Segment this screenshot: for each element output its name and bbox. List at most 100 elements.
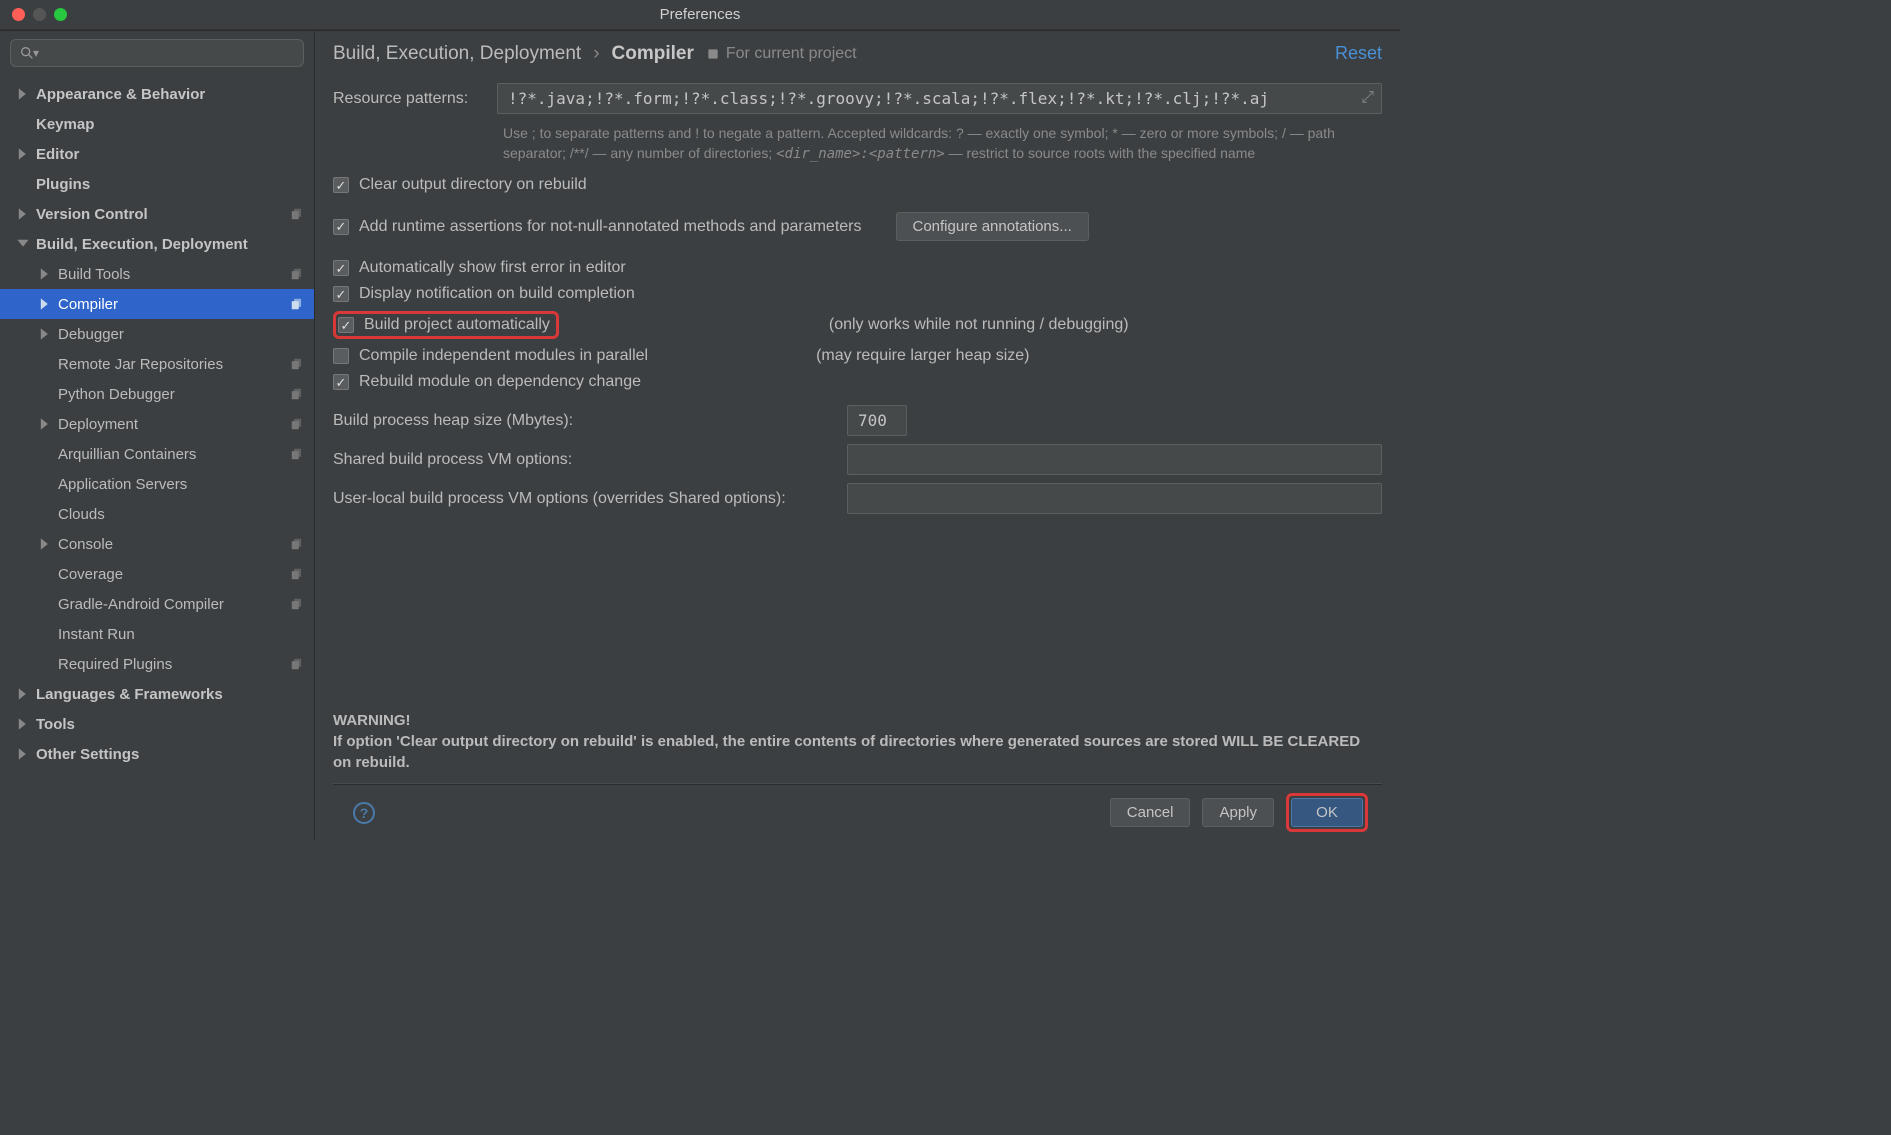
project-scope-icon — [290, 297, 304, 311]
sidebar-item-label: Compiler — [58, 296, 118, 313]
sidebar-item-version-control[interactable]: Version Control — [0, 199, 314, 229]
project-scope-icon — [290, 267, 304, 281]
rebuild-dependency-label: Rebuild module on dependency change — [359, 373, 641, 391]
sidebar-item-plugins[interactable]: Plugins — [0, 169, 314, 199]
search-input[interactable]: ▾ — [10, 39, 304, 67]
spacer-icon — [38, 627, 52, 641]
compile-parallel-checkbox[interactable] — [333, 348, 349, 364]
sidebar-item-label: Appearance & Behavior — [36, 86, 205, 103]
sidebar-item-label: Version Control — [36, 206, 148, 223]
project-scope-icon — [290, 387, 304, 401]
sidebar-item-build-tools[interactable]: Build Tools — [0, 259, 314, 289]
project-scope-icon — [290, 567, 304, 581]
sidebar-item-label: Build, Execution, Deployment — [36, 236, 248, 253]
spacer-icon — [38, 597, 52, 611]
build-automatically-hint: (only works while not running / debuggin… — [829, 316, 1129, 334]
apply-button[interactable]: Apply — [1202, 798, 1274, 827]
ok-button[interactable]: OK — [1291, 798, 1363, 827]
chevron-down-icon — [16, 237, 30, 251]
sidebar-item-gradle-android-compiler[interactable]: Gradle-Android Compiler — [0, 589, 314, 619]
user-vm-label: User-local build process VM options (ove… — [333, 490, 833, 508]
project-scope-icon — [290, 597, 304, 611]
clear-output-checkbox[interactable] — [333, 177, 349, 193]
breadcrumb: Build, Execution, Deployment › Compiler … — [333, 43, 1382, 65]
heap-size-label: Build process heap size (Mbytes): — [333, 412, 833, 430]
resource-patterns-label: Resource patterns: — [333, 90, 483, 108]
sidebar-item-label: Python Debugger — [58, 386, 175, 403]
chevron-right-icon — [38, 297, 52, 311]
show-first-error-checkbox[interactable] — [333, 260, 349, 276]
sidebar-item-keymap[interactable]: Keymap — [0, 109, 314, 139]
build-notification-checkbox[interactable] — [333, 286, 349, 302]
sidebar-item-languages-frameworks[interactable]: Languages & Frameworks — [0, 679, 314, 709]
cancel-button[interactable]: Cancel — [1110, 798, 1191, 827]
sidebar-item-arquillian-containers[interactable]: Arquillian Containers — [0, 439, 314, 469]
sidebar-item-label: Plugins — [36, 176, 90, 193]
sidebar-item-label: Clouds — [58, 506, 105, 523]
runtime-assertions-label: Add runtime assertions for not-null-anno… — [359, 218, 862, 236]
zoom-window-button[interactable] — [54, 8, 67, 21]
sidebar-item-label: Build Tools — [58, 266, 130, 283]
window-title: Preferences — [0, 6, 1400, 23]
runtime-assertions-checkbox[interactable] — [333, 219, 349, 235]
sidebar-item-deployment[interactable]: Deployment — [0, 409, 314, 439]
sidebar-item-remote-jar-repositories[interactable]: Remote Jar Repositories — [0, 349, 314, 379]
spacer-icon — [38, 507, 52, 521]
spacer-icon — [38, 357, 52, 371]
chevron-right-icon — [38, 417, 52, 431]
chevron-right-icon — [38, 327, 52, 341]
heap-size-input[interactable] — [847, 405, 907, 436]
spacer-icon — [38, 387, 52, 401]
spacer-icon — [38, 477, 52, 491]
sidebar-item-compiler[interactable]: Compiler — [0, 289, 314, 319]
chevron-right-icon — [16, 207, 30, 221]
dialog-footer: ? Cancel Apply OK — [333, 784, 1382, 840]
sidebar-item-other-settings[interactable]: Other Settings — [0, 739, 314, 769]
sidebar-item-tools[interactable]: Tools — [0, 709, 314, 739]
sidebar-item-application-servers[interactable]: Application Servers — [0, 469, 314, 499]
resource-patterns-input[interactable] — [497, 83, 1382, 114]
build-automatically-checkbox[interactable] — [338, 317, 354, 333]
sidebar: ▾ Appearance & Behavior Keymap Editor Plugi… — [0, 31, 315, 840]
compile-parallel-label: Compile independent modules in parallel — [359, 347, 648, 365]
sidebar-item-label: Debugger — [58, 326, 124, 343]
sidebar-item-label: Application Servers — [58, 476, 187, 493]
sidebar-item-label: Deployment — [58, 416, 138, 433]
chevron-right-icon: › — [593, 43, 599, 65]
sidebar-item-build-execution-deployment[interactable]: Build, Execution, Deployment — [0, 229, 314, 259]
spacer-icon — [38, 567, 52, 581]
sidebar-item-appearance-behavior[interactable]: Appearance & Behavior — [0, 79, 314, 109]
compile-parallel-hint: (may require larger heap size) — [816, 347, 1029, 365]
sidebar-item-required-plugins[interactable]: Required Plugins — [0, 649, 314, 679]
sidebar-item-console[interactable]: Console — [0, 529, 314, 559]
sidebar-item-python-debugger[interactable]: Python Debugger — [0, 379, 314, 409]
configure-annotations-button[interactable]: Configure annotations... — [896, 212, 1089, 241]
sidebar-item-label: Instant Run — [58, 626, 135, 643]
chevron-right-icon — [16, 687, 30, 701]
chevron-right-icon — [16, 87, 30, 101]
rebuild-dependency-checkbox[interactable] — [333, 374, 349, 390]
sidebar-item-clouds[interactable]: Clouds — [0, 499, 314, 529]
shared-vm-input[interactable] — [847, 444, 1382, 475]
spacer-icon — [38, 657, 52, 671]
reset-link[interactable]: Reset — [1335, 43, 1382, 64]
sidebar-item-label: Languages & Frameworks — [36, 686, 223, 703]
close-window-button[interactable] — [12, 8, 25, 21]
sidebar-item-instant-run[interactable]: Instant Run — [0, 619, 314, 649]
breadcrumb-current: Compiler — [612, 43, 694, 65]
sidebar-item-label: Editor — [36, 146, 79, 163]
project-scope-icon — [290, 537, 304, 551]
sidebar-item-label: Keymap — [36, 116, 94, 133]
expand-icon[interactable]: ⤢ — [1361, 89, 1374, 107]
user-vm-input[interactable] — [847, 483, 1382, 514]
help-icon[interactable]: ? — [353, 802, 375, 824]
sidebar-item-debugger[interactable]: Debugger — [0, 319, 314, 349]
project-scope-icon — [290, 657, 304, 671]
sidebar-item-editor[interactable]: Editor — [0, 139, 314, 169]
sidebar-item-label: Remote Jar Repositories — [58, 356, 223, 373]
spacer-icon — [16, 177, 30, 191]
sidebar-item-coverage[interactable]: Coverage — [0, 559, 314, 589]
breadcrumb-parent[interactable]: Build, Execution, Deployment — [333, 43, 581, 65]
minimize-window-button[interactable] — [33, 8, 46, 21]
show-first-error-label: Automatically show first error in editor — [359, 259, 626, 277]
